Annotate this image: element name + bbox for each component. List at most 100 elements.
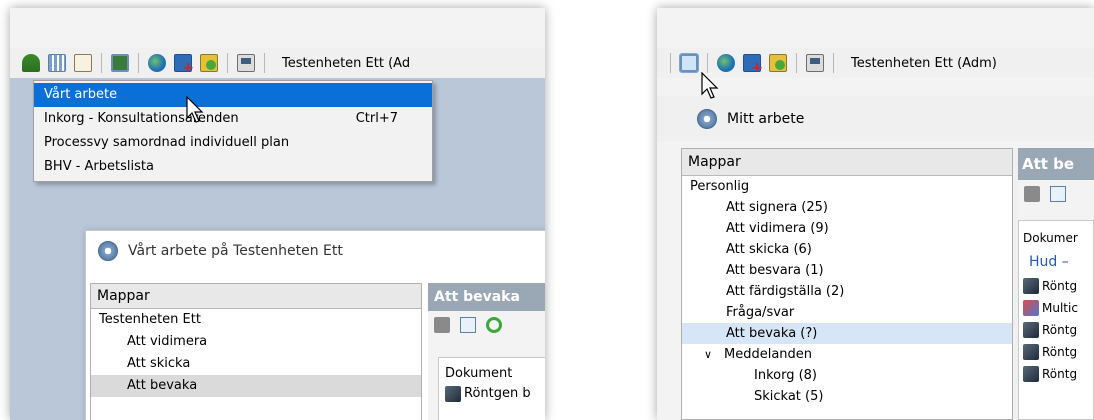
people-icon[interactable]	[22, 54, 40, 72]
document-row-label: Röntg	[1042, 323, 1078, 337]
refresh-icon[interactable]	[486, 317, 502, 333]
document-column-header: Dokument	[445, 366, 513, 381]
document-row-label: Röntg	[1042, 345, 1078, 359]
tree-item-meddelanden[interactable]: ∨ Meddelanden	[682, 344, 1012, 365]
toolbar-separator	[670, 53, 671, 73]
add-window-icon[interactable]	[174, 54, 194, 76]
folders-header: Mappar	[91, 284, 421, 309]
document-row-label: Multic	[1042, 301, 1078, 315]
tree-item-inkorg[interactable]: Inkorg (8)	[682, 365, 1012, 386]
menu-item-label: Processvy samordnad individuell plan	[44, 135, 290, 150]
work-window: Mappar Personlig Att signera (25) Att vi…	[681, 148, 1094, 420]
yellow-window-icon[interactable]	[200, 54, 218, 72]
xray-icon	[1023, 366, 1039, 382]
content-header: Att be	[1018, 148, 1094, 180]
tree-item-vidimera[interactable]: Att vidimera (9)	[682, 218, 1012, 239]
add-window-icon[interactable]	[743, 54, 763, 76]
globe-icon[interactable]	[717, 54, 735, 72]
menu-item-label: Inkorg - Konsultationsärenden	[44, 111, 239, 126]
preview-icon[interactable]	[1050, 186, 1066, 202]
tree-item-bevaka[interactable]: Att bevaka (?)	[682, 323, 1012, 344]
window-title-bar: Mitt arbete	[657, 96, 1094, 142]
menu-item-label: BHV - Arbetslista	[44, 159, 154, 174]
content-header: Att bevaka	[428, 283, 545, 311]
tree-item-skicka[interactable]: Att skicka	[91, 353, 421, 375]
tree-item-root[interactable]: Testenheten Ett	[91, 309, 421, 331]
window-title-bar: Vårt arbete på Testenheten Ett	[86, 231, 545, 271]
computer-icon[interactable]	[806, 54, 824, 72]
content-toolbar	[1018, 180, 1094, 208]
printer-icon[interactable]	[434, 317, 450, 333]
left-screenshot-panel: Testenheten Ett (Ad Vårt arbete på Teste…	[10, 8, 545, 420]
content-toolbar	[428, 311, 545, 339]
unit-label[interactable]: Testenheten Ett (Adm)	[851, 56, 997, 71]
document-column-header: Dokumer	[1023, 231, 1078, 245]
app-icon	[98, 241, 118, 261]
folders-header: Mappar	[682, 149, 1012, 176]
toolbar-separator	[264, 53, 265, 73]
toolbar-separator	[101, 53, 102, 73]
document-row[interactable]: Röntg	[1023, 319, 1089, 341]
document-row[interactable]: Röntg	[1023, 363, 1089, 385]
preview-icon[interactable]	[460, 317, 476, 333]
menu-item-processvy[interactable]: Processvy samordnad individuell plan	[34, 131, 432, 155]
tree-item-signera[interactable]: Att signera (25)	[682, 197, 1012, 218]
content-pane: Att be Dokumer Hud – Röntg Multic Röntg …	[1018, 148, 1094, 420]
tree-item-besvara[interactable]: Att besvara (1)	[682, 260, 1012, 281]
xray-icon	[445, 386, 461, 402]
globe-icon[interactable]	[148, 54, 166, 72]
document-group-header[interactable]: Hud –	[1023, 249, 1089, 275]
document-list: Dokumer Hud – Röntg Multic Röntg Röntg R…	[1018, 220, 1094, 420]
chevron-down-icon[interactable]: ∨	[704, 344, 718, 365]
toolbar: Testenheten Ett (Adm)	[657, 48, 1094, 78]
window-title: Mitt arbete	[727, 111, 805, 127]
folders-pane: Mappar Personlig Att signera (25) Att vi…	[681, 148, 1013, 420]
tree-item-skicka[interactable]: Att skicka (6)	[682, 239, 1012, 260]
tree-item-skickat[interactable]: Skickat (5)	[682, 386, 1012, 407]
xray-icon	[1023, 322, 1039, 338]
menu-item-vart-arbete[interactable]: Vårt arbete	[34, 83, 432, 107]
toolbar-separator	[138, 53, 139, 73]
printer-icon[interactable]	[1024, 186, 1040, 202]
monitor-icon[interactable]	[679, 53, 699, 73]
monitor-icon[interactable]	[111, 54, 129, 72]
toolbar-separator	[227, 53, 228, 73]
xray-icon	[1023, 344, 1039, 360]
computer-icon[interactable]	[237, 54, 255, 72]
document-row[interactable]: Röntgen b	[445, 384, 545, 404]
tree-item-fardigstalla[interactable]: Att färdigställa (2)	[682, 281, 1012, 302]
yellow-window-icon[interactable]	[769, 54, 787, 72]
grid-icon[interactable]	[48, 54, 66, 72]
toolbar-separator	[833, 53, 834, 73]
menu-shortcut: Ctrl+7	[355, 111, 398, 126]
tree-group-label: Meddelanden	[724, 347, 813, 362]
app-icon	[697, 109, 717, 129]
toolbar-separator	[707, 53, 708, 73]
toolbar: Testenheten Ett (Ad	[10, 48, 545, 78]
tree-item-vidimera[interactable]: Att vidimera	[91, 331, 421, 353]
right-screenshot-panel: Testenheten Ett (Adm) Mitt arbete Mappar…	[657, 8, 1094, 420]
xray-icon	[1023, 278, 1039, 294]
content-pane: Att bevaka Dokument Röntgen b	[428, 283, 545, 420]
document-row-label: Röntg	[1042, 279, 1078, 293]
unit-label[interactable]: Testenheten Ett (Ad	[282, 56, 410, 71]
dropdown-menu: Vårt arbete Inkorg - Konsultationsärende…	[33, 80, 433, 182]
window-title: Vårt arbete på Testenheten Ett	[128, 243, 343, 259]
tree-item-fraga-svar[interactable]: Fråga/svar	[682, 302, 1012, 323]
menu-item-inkorg[interactable]: Inkorg - Konsultationsärenden Ctrl+7	[34, 107, 432, 131]
toolbar-separator	[796, 53, 797, 73]
document-list: Dokument Röntgen b	[438, 357, 545, 420]
document-row[interactable]: Röntg	[1023, 341, 1089, 363]
document-row-label: Röntgen b	[464, 386, 531, 401]
folders-pane: Mappar Testenheten Ett Att vidimera Att …	[90, 283, 422, 420]
tree-item-bevaka[interactable]: Att bevaka	[91, 375, 421, 397]
clipboard-icon[interactable]	[74, 54, 92, 72]
work-window: Vårt arbete på Testenheten Ett Mappar Te…	[85, 230, 545, 420]
multicare-icon	[1023, 300, 1039, 316]
document-row-label: Röntg	[1042, 367, 1078, 381]
menu-item-label: Vårt arbete	[44, 87, 118, 102]
document-row[interactable]: Multic	[1023, 297, 1089, 319]
menu-item-bhv[interactable]: BHV - Arbetslista	[34, 155, 432, 179]
document-row[interactable]: Röntg	[1023, 275, 1089, 297]
tree-item-personlig[interactable]: Personlig	[682, 176, 1012, 197]
